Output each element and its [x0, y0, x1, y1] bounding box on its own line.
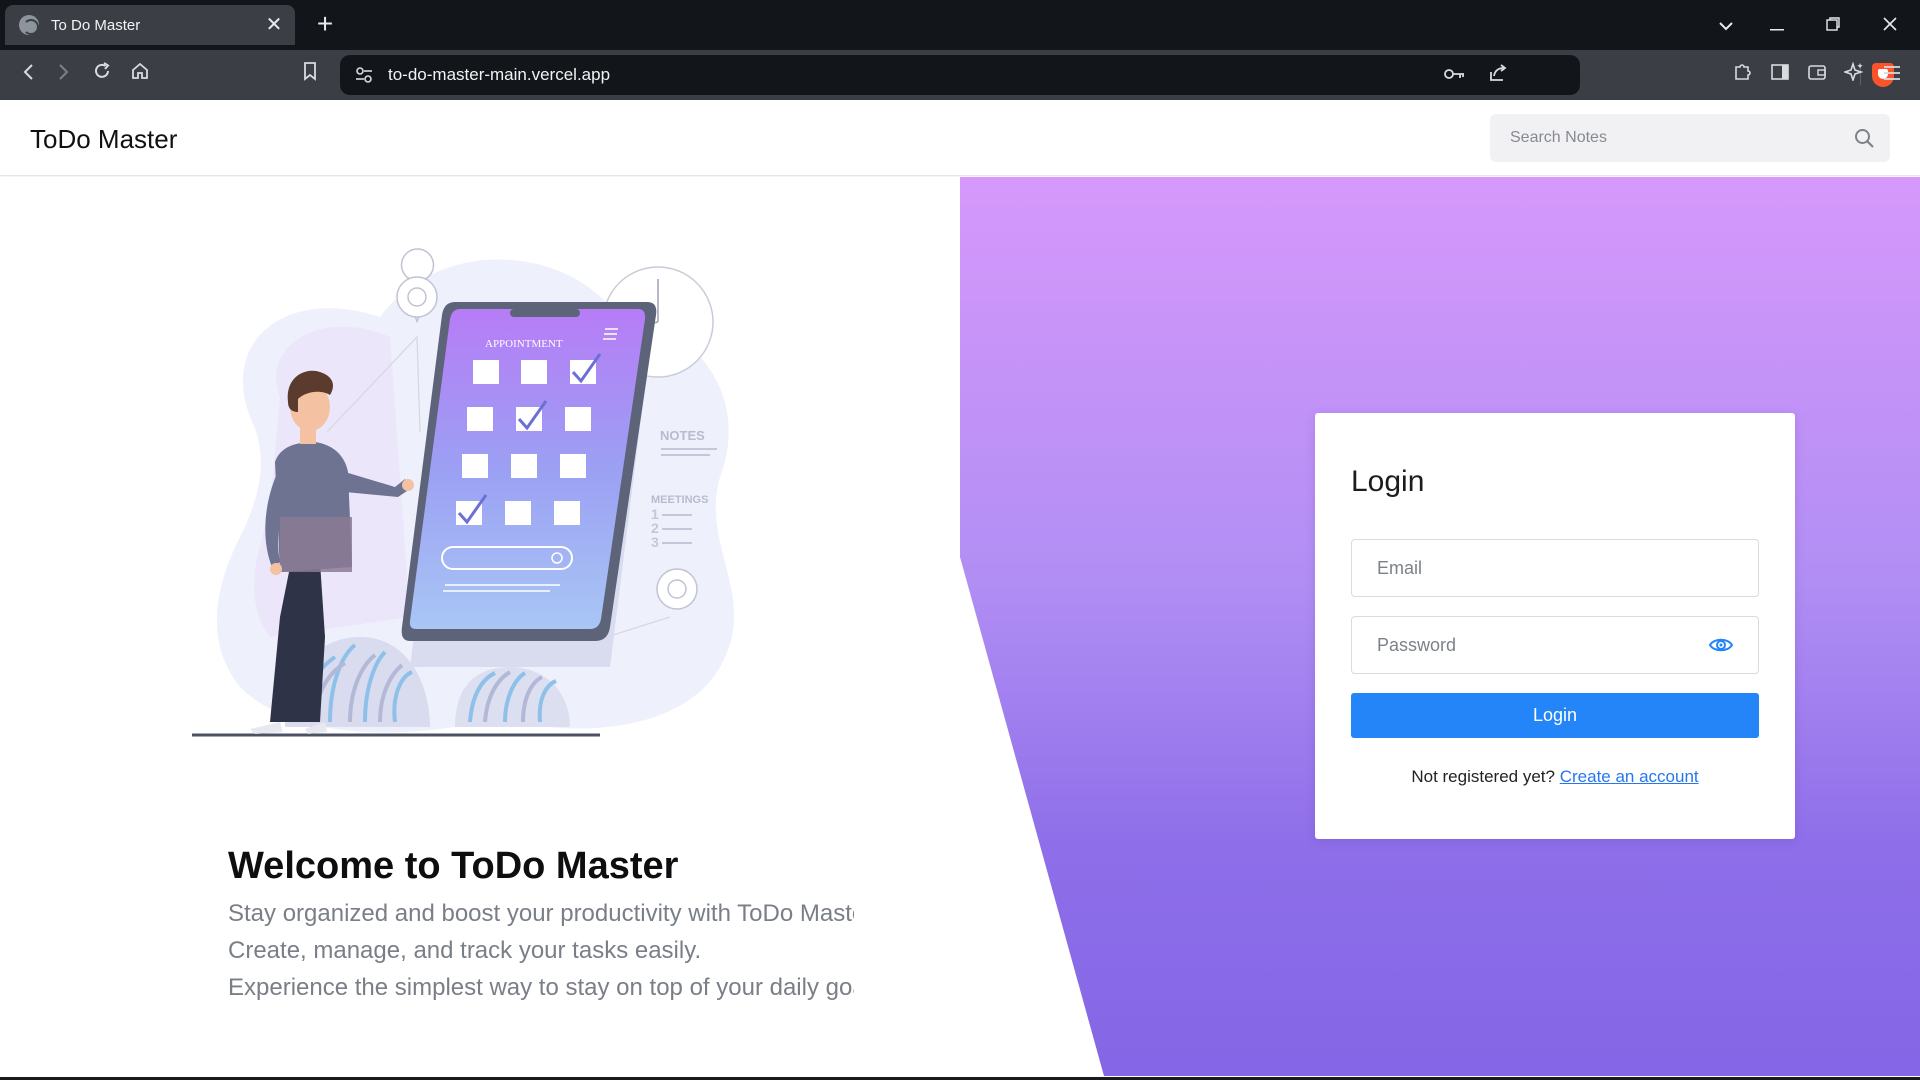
email-field[interactable] — [1351, 539, 1759, 597]
leo-ai-icon[interactable] — [1838, 60, 1870, 90]
home-button[interactable] — [124, 60, 156, 90]
tab-title: To Do Master — [51, 16, 141, 34]
address-bar[interactable]: to-do-master-main.vercel.app — [340, 55, 1894, 95]
eye-icon[interactable] — [1708, 635, 1734, 655]
new-tab-button[interactable]: + — [310, 10, 340, 40]
app-header: ToDo Master — [0, 100, 1920, 176]
welcome-title: Welcome to ToDo Master — [228, 845, 679, 887]
notes-label: NOTES — [660, 428, 705, 443]
globe-icon — [19, 15, 39, 35]
password-input[interactable] — [1352, 617, 1692, 673]
meetings-label: MEETINGS — [651, 494, 708, 506]
minimize-button[interactable] — [1757, 10, 1797, 40]
register-prompt: Not registered yet? Create an account — [1315, 767, 1795, 787]
password-field[interactable] — [1351, 616, 1759, 674]
url-text[interactable]: to-do-master-main.vercel.app — [388, 65, 610, 85]
appointment-label: APPOINTMENT — [485, 338, 563, 350]
tab-search-dropdown-icon[interactable] — [1706, 10, 1746, 40]
search-box[interactable] — [1490, 114, 1890, 162]
restore-button[interactable] — [1813, 10, 1853, 40]
welcome-line-3: Experience the simplest way to stay on t… — [228, 974, 854, 1001]
browser-tab-bar: To Do Master ✕ + — [0, 0, 1920, 50]
login-heading: Login — [1351, 465, 1425, 498]
search-icon[interactable] — [1854, 128, 1874, 148]
site-info-icon[interactable] — [354, 65, 374, 85]
close-window-button[interactable] — [1870, 10, 1910, 40]
register-text: Not registered yet? — [1411, 767, 1555, 786]
tab-close-icon[interactable]: ✕ — [263, 14, 285, 36]
bookmark-icon[interactable] — [294, 60, 326, 90]
wallet-icon[interactable] — [1801, 60, 1833, 90]
reload-button[interactable] — [86, 60, 118, 90]
share-icon[interactable] — [1485, 63, 1511, 87]
forward-button[interactable] — [48, 60, 80, 90]
login-card: Login Login Not registered yet? Create a… — [1315, 413, 1795, 839]
menu-icon[interactable] — [1876, 60, 1908, 90]
brand-title[interactable]: ToDo Master — [30, 124, 177, 155]
todo-illustration: NOTES MEETINGS 1 2 3 APPOINTMENT — [192, 248, 735, 737]
create-account-link[interactable]: Create an account — [1560, 767, 1699, 786]
login-button[interactable]: Login — [1351, 693, 1759, 738]
sidebar-icon[interactable] — [1764, 60, 1796, 90]
browser-toolbar: to-do-master-main.vercel.app — [0, 50, 1920, 100]
extensions-icon[interactable] — [1726, 60, 1758, 90]
browser-tab[interactable]: To Do Master ✕ — [5, 5, 295, 45]
welcome-line-2: Create, manage, and track your tasks eas… — [228, 937, 702, 964]
welcome-line-1: Stay organized and boost your productivi… — [228, 900, 854, 927]
meeting-number-3: 3 — [651, 534, 659, 550]
email-input[interactable] — [1352, 540, 1692, 596]
key-icon[interactable] — [1442, 63, 1468, 87]
back-button[interactable] — [12, 60, 44, 90]
welcome-panel: NOTES MEETINGS 1 2 3 APPOINTMENT Welcome… — [0, 177, 960, 1080]
search-input[interactable] — [1490, 114, 1840, 162]
